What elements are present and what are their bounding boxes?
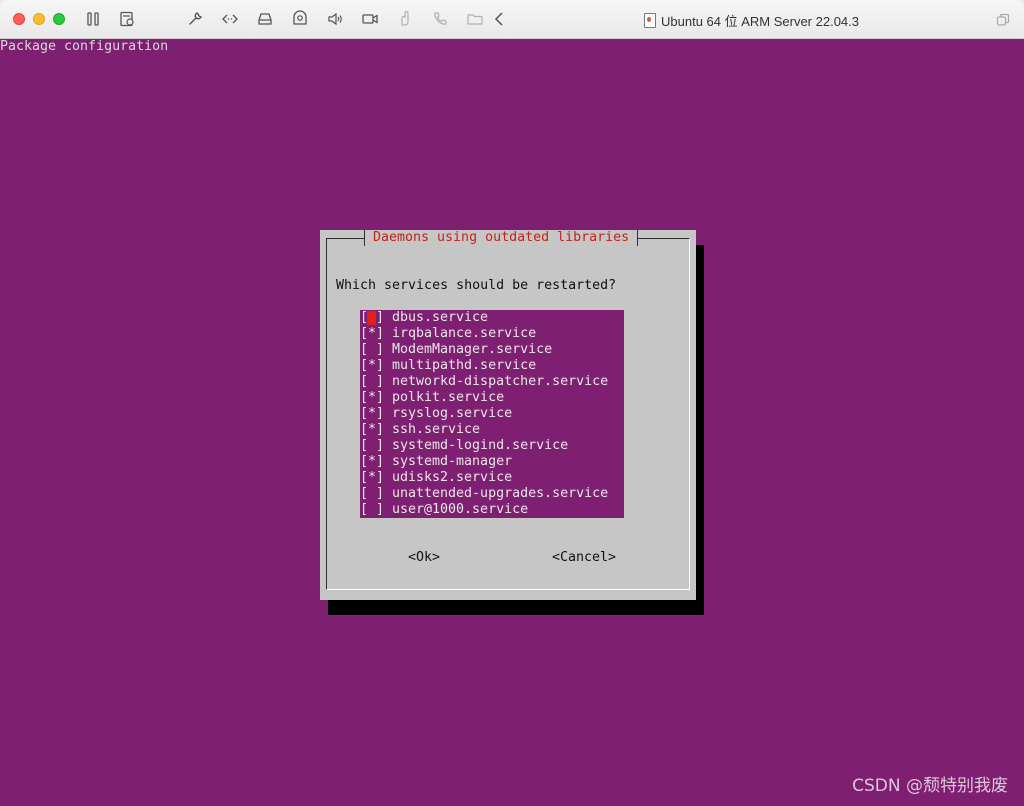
- window-title: Ubuntu 64 位 ARM Server 22.04.3: [644, 11, 859, 30]
- service-checkbox[interactable]: [*]: [360, 422, 384, 438]
- restore-window-icon[interactable]: [996, 12, 1010, 26]
- zoom-window-button[interactable]: [53, 13, 65, 25]
- watermark: CSDN @颓特别我废: [852, 776, 1008, 796]
- snapshot-icon[interactable]: [117, 9, 137, 29]
- service-checkbox[interactable]: [*]: [360, 390, 384, 406]
- service-checkbox[interactable]: [ ]: [360, 438, 384, 454]
- service-checkbox[interactable]: [ ]: [360, 502, 384, 518]
- service-checkbox[interactable]: [*]: [360, 470, 384, 486]
- service-label: udisks2.service: [392, 470, 513, 485]
- service-checkbox[interactable]: [ ]: [360, 310, 384, 326]
- service-label: unattended-upgrades.service: [392, 486, 609, 501]
- minimize-window-button[interactable]: [33, 13, 45, 25]
- settings-wrench-icon[interactable]: [185, 9, 205, 29]
- video-icon[interactable]: [360, 9, 380, 29]
- service-label: rsyslog.service: [392, 406, 513, 421]
- dialog-question: Which services should be restarted?: [336, 278, 617, 293]
- service-label: systemd-manager: [392, 454, 513, 469]
- service-label: multipathd.service: [392, 358, 537, 373]
- package-configuration-header: Package configuration: [0, 39, 169, 54]
- usb-icon[interactable]: [395, 9, 415, 29]
- shared-folder-icon[interactable]: [465, 9, 485, 29]
- sound-icon[interactable]: [325, 9, 345, 29]
- back-chevron-icon[interactable]: [490, 9, 510, 29]
- service-label: polkit.service: [392, 390, 505, 405]
- phone-icon[interactable]: [430, 9, 450, 29]
- service-label: networkd-dispatcher.service: [392, 374, 609, 389]
- vm-console-screen[interactable]: Package configuration Daemons using outd…: [0, 39, 1024, 806]
- close-window-button[interactable]: [13, 13, 25, 25]
- ok-button[interactable]: <Ok>: [408, 550, 440, 566]
- disk-icon[interactable]: [255, 9, 275, 29]
- window-title-text: Ubuntu 64 位 ARM Server 22.04.3: [661, 14, 859, 29]
- service-checkbox[interactable]: [ ]: [360, 374, 384, 390]
- service-checkbox[interactable]: [*]: [360, 358, 384, 374]
- pause-icon[interactable]: [83, 9, 103, 29]
- dialog-title: Daemons using outdated libraries: [364, 230, 639, 246]
- code-icon[interactable]: [220, 9, 240, 29]
- cancel-button[interactable]: <Cancel>: [552, 550, 616, 566]
- camera-icon[interactable]: [290, 9, 310, 29]
- service-label: dbus.service: [392, 310, 489, 325]
- services-checklist[interactable]: [ ] dbus.service [*] irqbalance.service [ ] M…: [360, 310, 624, 518]
- service-label: ssh.service: [392, 422, 481, 437]
- service-checkbox[interactable]: [*]: [360, 326, 384, 342]
- service-label: irqbalance.service: [392, 326, 537, 341]
- service-checkbox[interactable]: [ ]: [360, 486, 384, 502]
- service-label: systemd-logind.service: [392, 438, 569, 453]
- service-checkbox[interactable]: [ ]: [360, 342, 384, 358]
- daemons-restart-dialog: Daemons using outdated libraries Which s…: [320, 230, 696, 600]
- service-checkbox[interactable]: [*]: [360, 406, 384, 422]
- document-icon: [644, 13, 656, 28]
- service-checkbox[interactable]: [*]: [360, 454, 384, 470]
- service-label: ModemManager.service: [392, 342, 553, 357]
- window-titlebar: Ubuntu 64 位 ARM Server 22.04.3: [0, 0, 1024, 39]
- service-label: user@1000.service: [392, 502, 529, 517]
